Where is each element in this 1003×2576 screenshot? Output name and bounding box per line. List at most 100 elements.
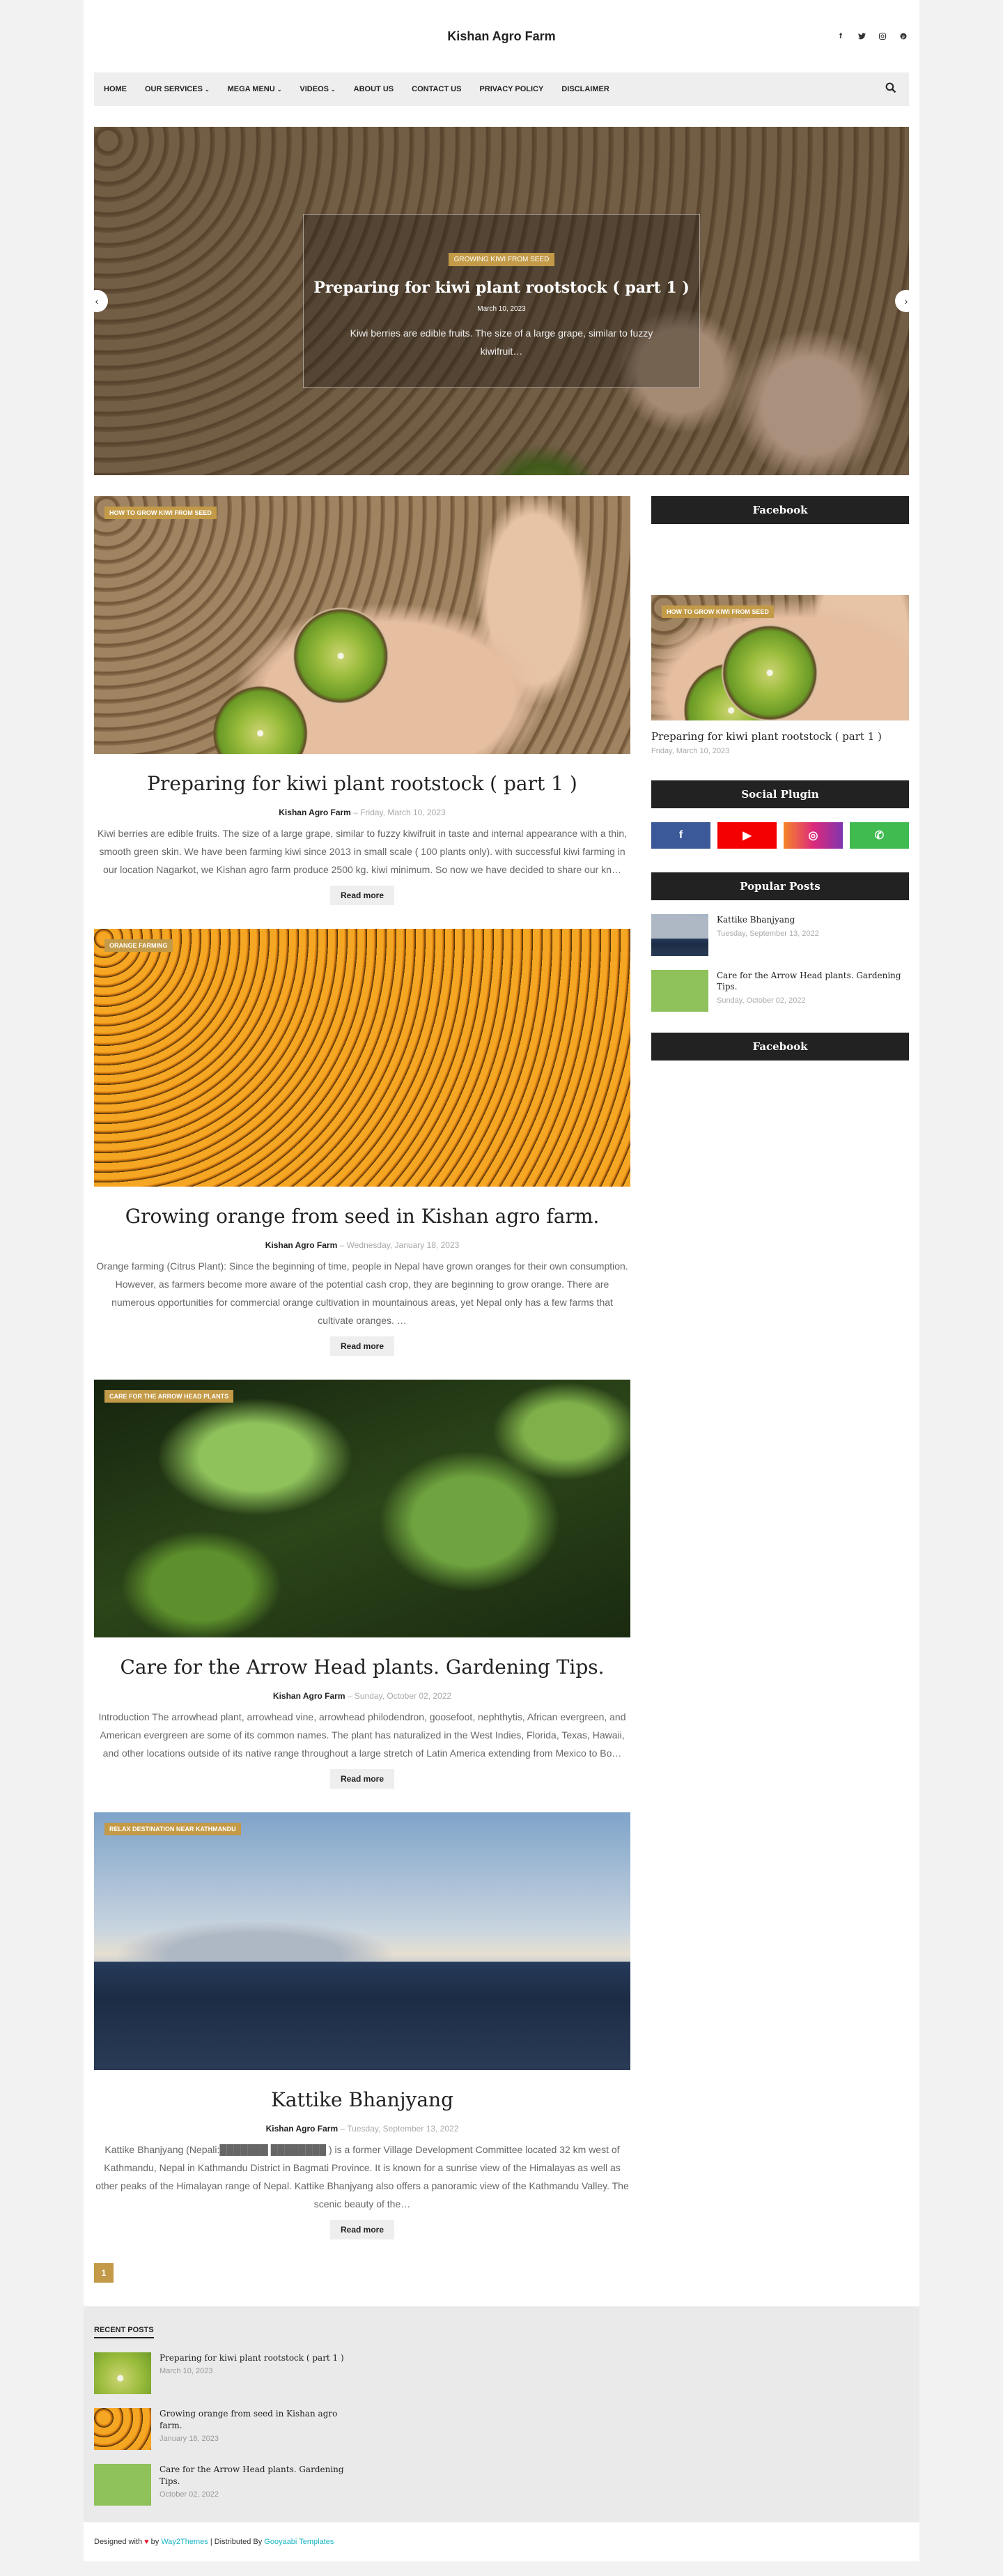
post-thumbnail[interactable]: ORANGE FARMING (94, 929, 630, 1187)
popular-post-item[interactable]: Care for the Arrow Head plants. Gardenin… (651, 970, 909, 1012)
recent-post-title[interactable]: Preparing for kiwi plant rootstock ( par… (160, 2352, 348, 2364)
popular-post-thumbnail[interactable] (651, 914, 708, 956)
recent-post-item[interactable]: Preparing for kiwi plant rootstock ( par… (94, 2352, 909, 2394)
post-meta: Kishan Agro Farm – Tuesday, September 13… (94, 2124, 630, 2134)
footer: RECENT POSTS Preparing for kiwi plant ro… (84, 2306, 919, 2522)
sidebar-featured-date: Friday, March 10, 2023 (651, 747, 730, 755)
recent-post-item[interactable]: Growing orange from seed in Kishan agro … (94, 2408, 909, 2450)
pinterest-icon[interactable]: p (898, 31, 909, 42)
content-area: HOW TO GROW KIWI FROM SEED Preparing for… (84, 475, 919, 2306)
post-author[interactable]: Kishan Agro Farm (266, 2124, 339, 2134)
recent-post-thumbnail[interactable] (94, 2464, 151, 2506)
nav-mega-menu[interactable]: MEGA MENU ⌄ (228, 85, 282, 93)
post-meta: Kishan Agro Farm – Friday, March 10, 202… (94, 808, 630, 817)
instagram-icon[interactable]: ◎ (784, 822, 843, 849)
post-excerpt: Kiwi berries are edible fruits. The size… (98, 828, 627, 875)
svg-text:p: p (902, 35, 905, 39)
nav-about-us[interactable]: ABOUT US (354, 85, 394, 93)
widget-title-social-plugin: Social Plugin (651, 780, 909, 808)
slider-date: March 10, 2023 (477, 305, 526, 313)
credits-distributor-link[interactable]: Gooyaabi Templates (264, 2538, 334, 2546)
nav-contact-us[interactable]: CONTACT US (412, 85, 461, 93)
post-tag[interactable]: HOW TO GROW KIWI FROM SEED (104, 507, 217, 519)
social-buttons: f ▶ ◎ ✆ (651, 822, 909, 849)
recent-post-date: March 10, 2023 (160, 2367, 213, 2375)
facebook-icon[interactable]: f (835, 31, 846, 42)
popular-post-date: Sunday, October 02, 2022 (717, 996, 806, 1005)
post-thumbnail[interactable]: HOW TO GROW KIWI FROM SEED (94, 496, 630, 754)
post-date-separator: – (353, 808, 361, 817)
slider-title[interactable]: Preparing for kiwi plant rootstock ( par… (313, 279, 690, 297)
recent-post-date: January 18, 2023 (160, 2435, 219, 2443)
footer-credits: Designed with ♥ by Way2Themes | Distribu… (84, 2522, 919, 2561)
post-thumbnail[interactable]: CARE FOR THE ARROW HEAD PLANTS (94, 1380, 630, 1637)
nav-disclaimer[interactable]: DISCLAIMER (561, 85, 609, 93)
post-card: ORANGE FARMING Growing orange from seed … (94, 929, 630, 1356)
youtube-icon[interactable]: ▶ (717, 822, 777, 849)
chevron-down-icon: ⌄ (330, 86, 336, 93)
slider-caption: GROWING KIWI FROM SEED Preparing for kiw… (303, 214, 700, 388)
recent-post-thumbnail[interactable] (94, 2408, 151, 2450)
sidebar-featured-title[interactable]: Preparing for kiwi plant rootstock ( par… (651, 730, 909, 743)
nav-home[interactable]: HOME (104, 85, 127, 93)
nav-contact-us-label: CONTACT US (412, 85, 462, 93)
post-card: RELAX DESTINATION NEAR KATHMANDU Kattike… (94, 1812, 630, 2239)
search-icon[interactable] (885, 82, 899, 96)
post-date-separator: – (339, 1240, 347, 1250)
popular-post-thumbnail[interactable] (651, 970, 708, 1012)
sidebar: Facebook HOW TO GROW KIWI FROM SEED Prep… (651, 496, 909, 2306)
nav-our-services[interactable]: OUR SERVICES ⌄ (145, 85, 210, 93)
post-author[interactable]: Kishan Agro Farm (279, 808, 351, 817)
recent-post-thumbnail[interactable] (94, 2352, 151, 2394)
post-thumbnail[interactable]: RELAX DESTINATION NEAR KATHMANDU (94, 1812, 630, 2070)
popular-post-item[interactable]: Kattike Bhanjyang Tuesday, September 13,… (651, 914, 909, 956)
post-author[interactable]: Kishan Agro Farm (273, 1691, 345, 1701)
post-title[interactable]: Growing orange from seed in Kishan agro … (94, 1205, 630, 1228)
widget-title-popular-posts: Popular Posts (651, 872, 909, 900)
post-title[interactable]: Care for the Arrow Head plants. Gardenin… (94, 1656, 630, 1679)
footer-recent-posts-title: RECENT POSTS (94, 2326, 154, 2338)
chevron-down-icon: ⌄ (277, 86, 282, 93)
read-more-button[interactable]: Read more (330, 1336, 394, 1356)
post-tag[interactable]: CARE FOR THE ARROW HEAD PLANTS (104, 1390, 234, 1403)
credits-theme-link[interactable]: Way2Themes (161, 2538, 208, 2546)
post-date-separator: – (347, 1691, 355, 1701)
post-tag[interactable]: HOW TO GROW KIWI FROM SEED (662, 606, 774, 618)
post-date: Friday, March 10, 2023 (360, 808, 446, 817)
recent-post-title[interactable]: Care for the Arrow Head plants. Gardenin… (160, 2464, 348, 2488)
post-tag[interactable]: RELAX DESTINATION NEAR KATHMANDU (104, 1823, 241, 1835)
post-title[interactable]: Kattike Bhanjyang (94, 2088, 630, 2111)
sidebar-featured-thumbnail[interactable]: HOW TO GROW KIWI FROM SEED (651, 595, 909, 720)
chevron-down-icon: ⌄ (204, 86, 210, 93)
popular-post-title[interactable]: Care for the Arrow Head plants. Gardenin… (717, 970, 909, 992)
facebook-icon[interactable]: f (651, 822, 710, 849)
read-more-button[interactable]: Read more (330, 1769, 394, 1789)
nav-disclaimer-label: DISCLAIMER (561, 85, 609, 93)
header-social-links: f p (835, 31, 909, 42)
post-card: CARE FOR THE ARROW HEAD PLANTS Care for … (94, 1380, 630, 1789)
twitter-icon[interactable] (856, 31, 867, 42)
nav-videos[interactable]: VIDEOS ⌄ (300, 85, 335, 93)
page: Kishan Agro Farm f p HOME OUR SERVICES ⌄ … (84, 0, 919, 2561)
recent-post-title[interactable]: Growing orange from seed in Kishan agro … (160, 2408, 348, 2432)
pagination-page-1[interactable]: 1 (94, 2263, 114, 2283)
whatsapp-icon[interactable]: ✆ (850, 822, 909, 849)
post-date: Tuesday, September 13, 2022 (347, 2124, 459, 2134)
nav-videos-label: VIDEOS (300, 85, 329, 93)
read-more-button[interactable]: Read more (330, 2220, 394, 2239)
featured-slider[interactable]: GROWING KIWI FROM SEED Preparing for kiw… (94, 127, 909, 475)
recent-post-item[interactable]: Care for the Arrow Head plants. Gardenin… (94, 2464, 909, 2506)
post-card: HOW TO GROW KIWI FROM SEED Preparing for… (94, 496, 630, 905)
instagram-icon[interactable] (877, 31, 888, 42)
credits-distributed-by: | Distributed By (210, 2538, 263, 2546)
nav-privacy-policy[interactable]: PRIVACY POLICY (479, 85, 543, 93)
nav-our-services-label: OUR SERVICES (145, 85, 203, 93)
post-title[interactable]: Preparing for kiwi plant rootstock ( par… (94, 772, 630, 795)
read-more-button[interactable]: Read more (330, 886, 394, 905)
site-title[interactable]: Kishan Agro Farm (447, 29, 555, 44)
post-list: HOW TO GROW KIWI FROM SEED Preparing for… (94, 496, 630, 2306)
post-tag[interactable]: ORANGE FARMING (104, 939, 173, 952)
slider-tag[interactable]: GROWING KIWI FROM SEED (448, 253, 555, 266)
popular-post-title[interactable]: Kattike Bhanjyang (717, 914, 819, 925)
post-author[interactable]: Kishan Agro Farm (265, 1240, 338, 1250)
